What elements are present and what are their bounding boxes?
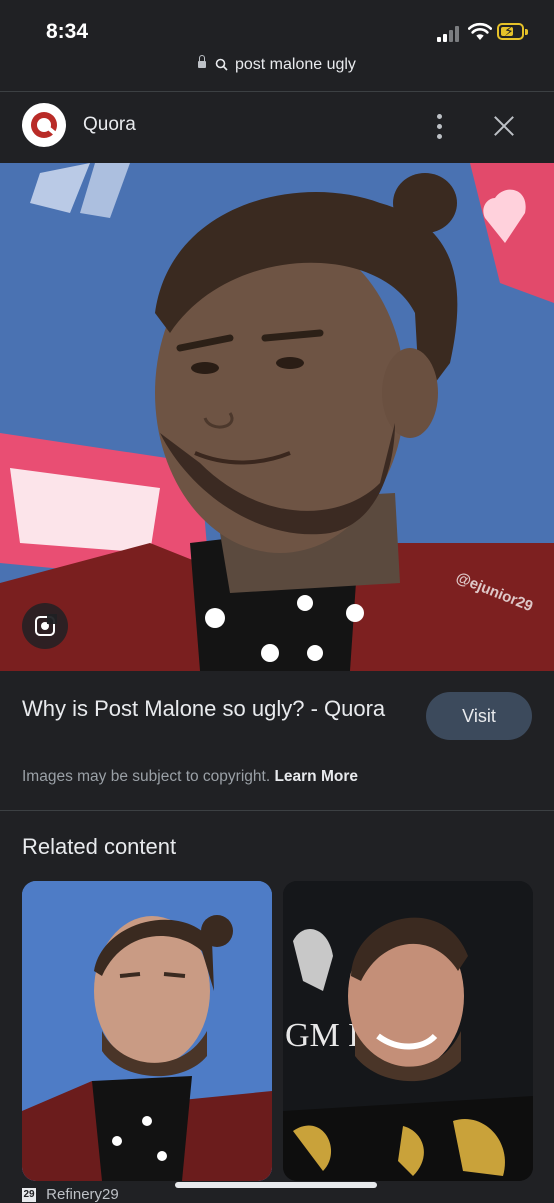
related-card[interactable]: [22, 881, 272, 1181]
divider: [0, 810, 554, 811]
related-heading: Related content: [22, 834, 177, 859]
related-card[interactable]: GM D.: [283, 881, 533, 1181]
related-source: 29 Refinery29: [22, 1186, 119, 1203]
copyright-notice: Images may be subject to copyright. Lear…: [22, 768, 358, 786]
copyright-text: Images may be subject to copyright.: [22, 768, 271, 785]
source-header: Quora: [0, 92, 554, 162]
search-query: post malone ugly: [234, 56, 356, 73]
learn-more-link[interactable]: Learn More: [274, 768, 358, 785]
source-name: Quora: [83, 114, 136, 135]
battery-icon: ⚡: [497, 23, 524, 40]
lock-icon: [198, 55, 207, 69]
url-bar[interactable]: post malone ugly: [0, 55, 554, 92]
cellular-signal-icon: [437, 25, 463, 42]
search-icon: [215, 58, 228, 71]
status-bar: 8:34 ⚡: [0, 0, 554, 56]
battery-cap: [525, 29, 528, 35]
clock: 8:34: [46, 20, 89, 43]
wifi-icon: [468, 22, 492, 40]
related-source-name: Refinery29: [46, 1186, 119, 1203]
main-image[interactable]: @ejunior29: [0, 163, 554, 671]
quora-logo: [22, 103, 66, 147]
google-lens-button[interactable]: [22, 603, 68, 649]
visit-button[interactable]: Visit: [426, 692, 532, 740]
close-icon[interactable]: [490, 112, 518, 140]
more-options-icon[interactable]: [434, 112, 444, 142]
result-title[interactable]: Why is Post Malone so ugly? - Quora: [22, 692, 402, 726]
home-indicator[interactable]: [175, 1182, 377, 1188]
